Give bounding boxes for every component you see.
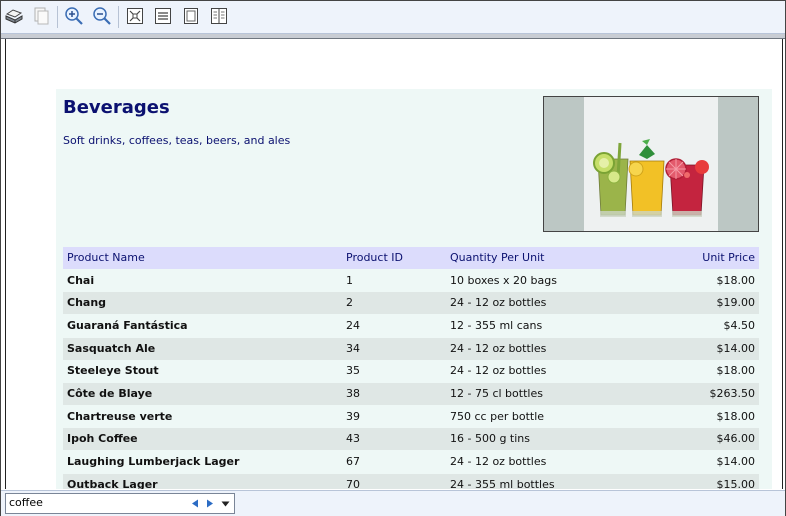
quantity-cell: 24 - 12 oz bottles	[450, 342, 547, 355]
unit-price-cell: $18.00	[716, 274, 756, 287]
print-icon	[5, 9, 23, 24]
zoom-in-icon	[65, 7, 83, 25]
find-next-button[interactable]	[203, 496, 217, 511]
product-id-cell: 43	[346, 432, 360, 445]
fit-page-icon	[127, 8, 143, 24]
quantity-cell: 24 - 12 oz bottles	[450, 364, 547, 377]
product-id-cell: 2	[346, 296, 353, 309]
product-id-cell: 70	[346, 478, 360, 489]
unit-price-cell: $4.50	[723, 319, 756, 332]
category-title: Beverages	[63, 97, 170, 118]
find-previous-button[interactable]	[188, 496, 202, 511]
table-row: Ipoh Coffee 43 16 - 500 g tins $46.00	[63, 428, 759, 450]
quantity-cell: 24 - 355 ml bottles	[450, 478, 555, 489]
table-row: Chang 2 24 - 12 oz bottles $19.00	[63, 292, 759, 314]
search-box	[5, 493, 235, 514]
search-options-dropdown[interactable]	[218, 496, 232, 511]
table-row: Chartreuse verte 39 750 cc per bottle $1…	[63, 406, 759, 428]
report-viewer-window: Beverages Soft drinks, coffees, teas, be…	[0, 0, 786, 516]
unit-price-cell: $15.00	[716, 478, 756, 489]
product-id-cell: 67	[346, 455, 360, 468]
product-name-cell: Chai	[67, 274, 95, 287]
product-id-cell: 1	[346, 274, 353, 287]
product-name-cell: Laughing Lumberjack Lager	[67, 455, 240, 468]
search-bar	[1, 490, 785, 516]
two-page-button[interactable]	[208, 5, 230, 27]
table-row: Chai 1 10 boxes x 20 bags $18.00	[63, 270, 759, 292]
column-header-quantity: Quantity Per Unit	[450, 251, 545, 264]
print-button[interactable]	[3, 5, 25, 27]
product-id-cell: 24	[346, 319, 360, 332]
product-id-cell: 34	[346, 342, 360, 355]
table-row: Côte de Blaye 38 12 - 75 cl bottles $263…	[63, 383, 759, 405]
unit-price-cell: $46.00	[716, 432, 756, 445]
unit-price-cell: $14.00	[716, 342, 756, 355]
column-header-product-id: Product ID	[346, 251, 403, 264]
product-name-cell: Côte de Blaye	[67, 387, 153, 400]
fit-width-icon	[155, 8, 171, 24]
category-image	[543, 96, 759, 232]
single-page-button[interactable]	[180, 5, 202, 27]
chevron-down-icon	[221, 501, 229, 506]
search-input[interactable]	[9, 495, 179, 510]
quantity-cell: 10 boxes x 20 bags	[450, 274, 557, 287]
product-name-cell: Chartreuse verte	[67, 410, 173, 423]
column-header-product-name: Product Name	[67, 251, 145, 264]
zoom-in-button[interactable]	[63, 5, 85, 27]
product-name-cell: Ipoh Coffee	[67, 432, 138, 445]
unit-price-cell: $19.00	[716, 296, 756, 309]
quantity-cell: 12 - 75 cl bottles	[450, 387, 543, 400]
unit-price-cell: $263.50	[709, 387, 756, 400]
arrow-left-icon	[192, 499, 198, 508]
zoom-out-button[interactable]	[91, 5, 113, 27]
table-row: Sasquatch Ale 34 24 - 12 oz bottles $14.…	[63, 338, 759, 360]
arrow-right-icon	[207, 499, 213, 508]
unit-price-cell: $18.00	[716, 364, 756, 377]
beverages-photo	[584, 97, 718, 231]
copy-button[interactable]	[30, 5, 52, 27]
product-id-cell: 39	[346, 410, 360, 423]
quantity-cell: 24 - 12 oz bottles	[450, 296, 547, 309]
quantity-cell: 16 - 500 g tins	[450, 432, 531, 445]
product-name-cell: Guaraná Fantástica	[67, 319, 188, 332]
product-id-cell: 38	[346, 387, 360, 400]
quantity-cell: 24 - 12 oz bottles	[450, 455, 547, 468]
unit-price-cell: $14.00	[716, 455, 756, 468]
report-viewport[interactable]: Beverages Soft drinks, coffees, teas, be…	[5, 39, 783, 489]
toolbar	[1, 1, 785, 34]
quantity-cell: 750 cc per bottle	[450, 410, 545, 423]
single-page-icon	[184, 8, 198, 24]
two-page-icon	[211, 8, 227, 24]
zoom-out-icon	[93, 7, 111, 25]
fit-width-button[interactable]	[152, 5, 174, 27]
unit-price-cell: $18.00	[716, 410, 756, 423]
quantity-cell: 12 - 355 ml cans	[450, 319, 543, 332]
report-page: Beverages Soft drinks, coffees, teas, be…	[56, 89, 772, 489]
product-name-cell: Outback Lager	[67, 478, 158, 489]
product-name-cell: Sasquatch Ale	[67, 342, 156, 355]
table-row: Outback Lager 70 24 - 355 ml bottles $15…	[63, 474, 759, 489]
product-id-cell: 35	[346, 364, 360, 377]
table-row: Steeleye Stout 35 24 - 12 oz bottles $18…	[63, 360, 759, 382]
copy-icon	[34, 7, 49, 25]
product-name-cell: Chang	[67, 296, 107, 309]
table-row: Guaraná Fantástica 24 12 - 355 ml cans $…	[63, 315, 759, 337]
table-row: Laughing Lumberjack Lager 67 24 - 12 oz …	[63, 451, 759, 473]
column-header-unit-price: Unit Price	[702, 251, 755, 264]
toolbar-separator	[118, 6, 119, 28]
fit-page-button[interactable]	[124, 5, 146, 27]
toolbar-separator	[57, 6, 58, 28]
category-description: Soft drinks, coffees, teas, beers, and a…	[63, 134, 291, 147]
table-header: Product Name Product ID Quantity Per Uni…	[63, 247, 759, 269]
product-name-cell: Steeleye Stout	[67, 364, 159, 377]
